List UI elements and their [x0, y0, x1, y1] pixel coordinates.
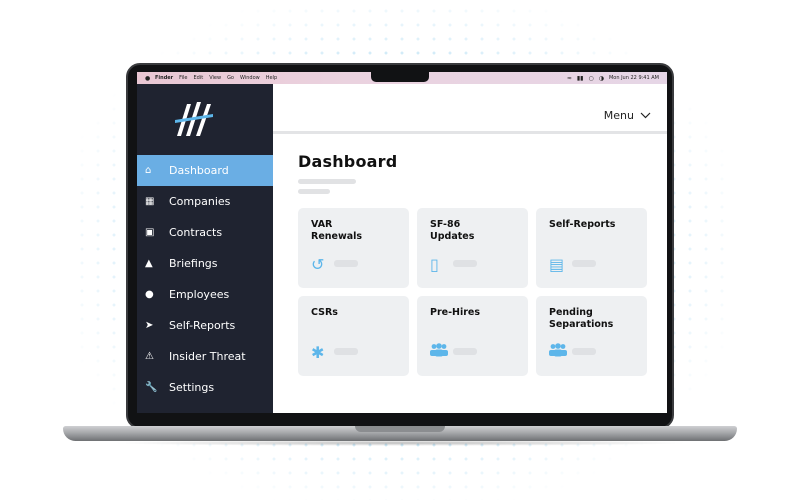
sidebar-nav: ⌂ Dashboard ▦ Companies ▣ Contracts ▲ Br… — [137, 155, 273, 403]
menu-dropdown-button[interactable]: Menu — [604, 109, 651, 122]
card-label: CSRs — [311, 307, 403, 319]
sidebar-item-label: Insider Threat — [169, 350, 246, 363]
card-label: Pre-Hires — [430, 307, 522, 319]
id-card-icon: ▤ — [549, 255, 565, 274]
sidebar-item-employees[interactable]: ● Employees — [137, 279, 273, 310]
card-count-placeholder — [453, 348, 477, 355]
sidebar-item-label: Companies — [169, 195, 231, 208]
card-count-placeholder — [572, 260, 596, 267]
menu-window[interactable]: Window — [240, 75, 260, 81]
card-label: Pending Separations — [549, 307, 641, 331]
menu-file[interactable]: File — [179, 75, 187, 81]
send-icon: ➤ — [145, 320, 154, 331]
sidebar-item-contracts[interactable]: ▣ Contracts — [137, 217, 273, 248]
card-csrs[interactable]: CSRs ✱ — [298, 296, 409, 376]
wifi-icon[interactable]: ≈ — [567, 75, 572, 82]
camera-notch — [371, 70, 429, 82]
sidebar-item-self-reports[interactable]: ➤ Self-Reports — [137, 310, 273, 341]
building-icon: ▦ — [145, 196, 155, 207]
search-icon[interactable]: ○ — [588, 75, 593, 82]
company-logo[interactable] — [173, 102, 217, 138]
card-label: VAR Renewals — [311, 219, 403, 243]
menubar-datetime[interactable]: Mon Jun 22 9:41 AM — [609, 75, 659, 81]
document-icon: ▣ — [145, 227, 155, 238]
card-label-line1: CSRs — [311, 307, 338, 318]
card-label-line2: Separations — [549, 319, 614, 330]
card-count-placeholder — [334, 260, 358, 267]
card-self-reports[interactable]: Self-Reports ▤ — [536, 208, 647, 288]
sidebar-item-label: Dashboard — [169, 164, 229, 177]
sidebar-item-settings[interactable]: 🔧 Settings — [137, 372, 273, 403]
sidebar-item-insider-threat[interactable]: ⚠ Insider Threat — [137, 341, 273, 372]
sidebar-item-label: Settings — [169, 381, 215, 394]
sidebar-item-label: Briefings — [169, 257, 218, 270]
menu-go[interactable]: Go — [227, 75, 234, 81]
card-label-line1: Self-Reports — [549, 219, 616, 230]
menu-view[interactable]: View — [209, 75, 221, 81]
laptop-base-notch — [355, 426, 445, 432]
card-count-placeholder — [453, 260, 477, 267]
menu-label: Menu — [603, 109, 634, 122]
sidebar-item-companies[interactable]: ▦ Companies — [137, 186, 273, 217]
home-icon: ⌂ — [145, 165, 152, 176]
sidebar-item-label: Self-Reports — [169, 319, 236, 332]
control-center-icon[interactable]: ◑ — [599, 75, 604, 82]
chevron-down-icon — [640, 112, 651, 119]
card-var-renewals[interactable]: VAR Renewals ↺ — [298, 208, 409, 288]
sidebar: ⌂ Dashboard ▦ Companies ▣ Contracts ▲ Br… — [137, 84, 273, 413]
sidebar-item-label: Employees — [169, 288, 230, 301]
wrench-icon: 🔧 — [145, 382, 158, 393]
card-pending-separations[interactable]: Pending Separations — [536, 296, 647, 376]
menubar-status: ≈ ▮▮ ○ ◑ Mon Jun 22 9:41 AM — [567, 75, 659, 82]
card-sf86-updates[interactable]: SF-86 Updates ▯ — [417, 208, 528, 288]
book-icon: ▯ — [430, 255, 439, 274]
card-pre-hires[interactable]: Pre-Hires — [417, 296, 528, 376]
card-label-line1: VAR — [311, 219, 333, 230]
card-label-line1: SF-86 — [430, 219, 461, 230]
card-label-line2: Renewals — [311, 231, 363, 242]
card-count-placeholder — [572, 348, 596, 355]
users-icon — [549, 343, 567, 357]
page-title: Dashboard — [298, 152, 398, 171]
menu-edit[interactable]: Edit — [194, 75, 204, 81]
menu-finder[interactable]: Finder — [155, 75, 173, 81]
apple-logo-icon[interactable]: ● — [145, 75, 155, 82]
subtitle-placeholder — [298, 179, 356, 184]
top-bar: Menu — [273, 84, 667, 134]
laptop-screen: ● Finder File Edit View Go Window Help ≈… — [137, 72, 667, 413]
card-label: SF-86 Updates — [430, 219, 522, 243]
sidebar-item-briefings[interactable]: ▲ Briefings — [137, 248, 273, 279]
user-icon: ● — [145, 289, 154, 300]
users-icon — [430, 343, 448, 357]
warning-icon: ⚠ — [145, 351, 154, 362]
sidebar-item-label: Contracts — [169, 226, 223, 239]
card-label-line2: Updates — [430, 231, 475, 242]
card-label: Self-Reports — [549, 219, 641, 231]
menu-help[interactable]: Help — [266, 75, 277, 81]
folder-icon: ▲ — [145, 258, 153, 269]
card-label-line1: Pending — [549, 307, 593, 318]
sidebar-item-dashboard[interactable]: ⌂ Dashboard — [137, 155, 273, 186]
asterisk-icon: ✱ — [311, 343, 325, 362]
card-label-line1: Pre-Hires — [430, 307, 481, 318]
subtitle-placeholder-short — [298, 189, 330, 194]
card-count-placeholder — [334, 348, 358, 355]
battery-icon[interactable]: ▮▮ — [577, 75, 584, 82]
history-icon: ↺ — [311, 255, 325, 274]
